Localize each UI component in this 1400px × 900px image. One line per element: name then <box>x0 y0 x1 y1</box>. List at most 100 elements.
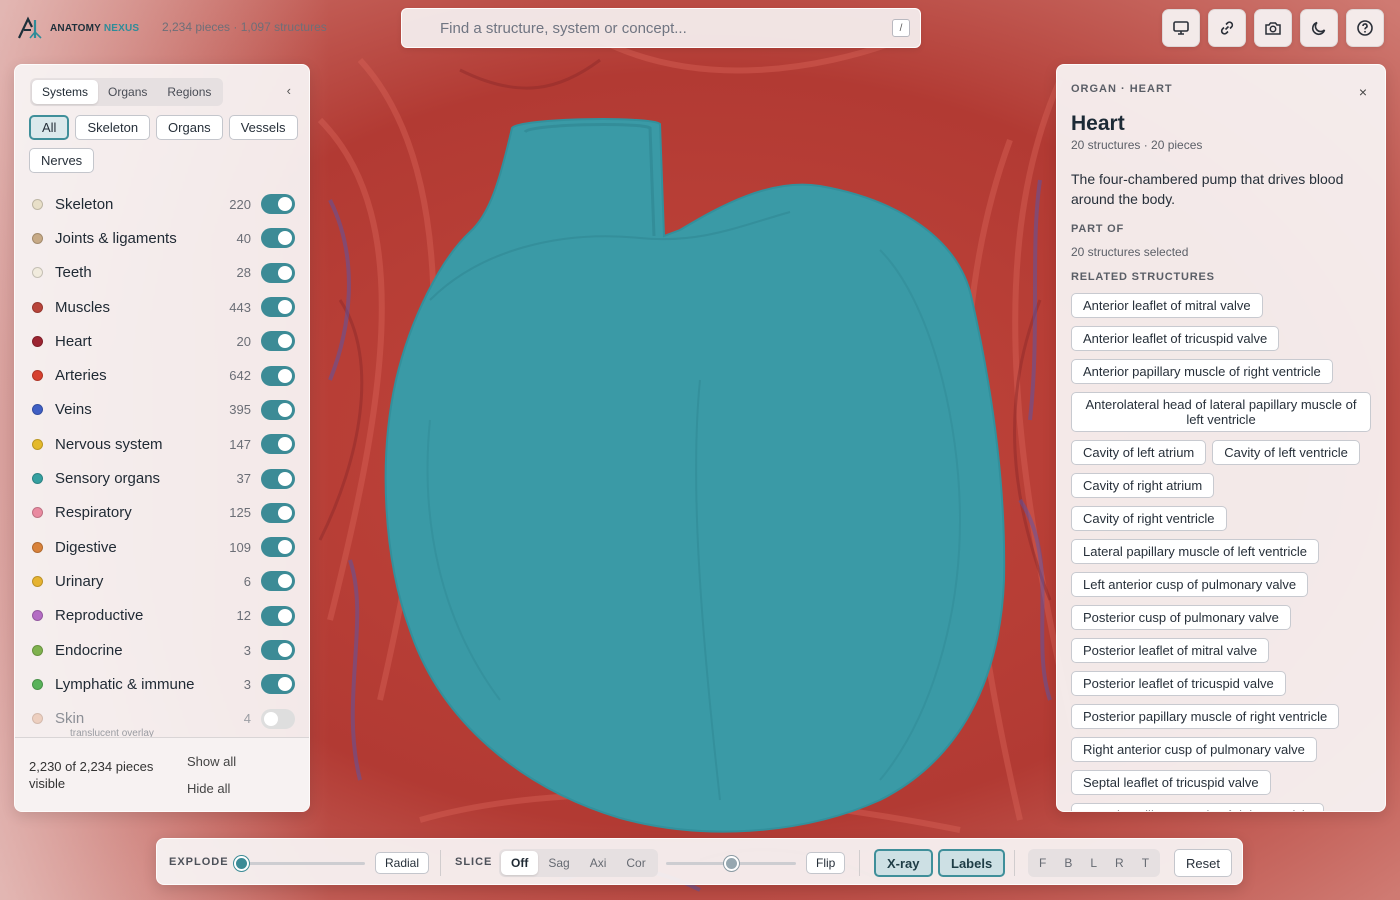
system-row-endocrine[interactable]: Endocrine 3 <box>15 633 309 667</box>
filter-chip-organs[interactable]: Organs <box>156 115 223 140</box>
system-count: 147 <box>229 436 251 452</box>
related-structure-chip[interactable]: Septal leaflet of tricuspid valve <box>1071 770 1271 795</box>
related-structure-chip[interactable]: Posterior papillary muscle of right vent… <box>1071 704 1340 729</box>
system-visibility-toggle[interactable] <box>261 194 295 215</box>
system-row-skeleton[interactable]: Skeleton 220 <box>15 187 309 221</box>
present-button[interactable] <box>1162 9 1200 47</box>
related-structure-chip[interactable]: Posterior cusp of pulmonary valve <box>1071 605 1291 630</box>
scene-stats: 2,234 pieces · 1,097 structures <box>162 20 327 34</box>
theme-toggle-button[interactable] <box>1300 9 1338 47</box>
view-preset-t[interactable]: T <box>1133 851 1158 875</box>
filter-chip-skeleton[interactable]: Skeleton <box>75 115 151 140</box>
system-visibility-toggle[interactable] <box>261 297 295 318</box>
related-structure-chip[interactable]: Left anterior cusp of pulmonary valve <box>1071 572 1309 597</box>
related-structure-chip[interactable]: Cavity of right ventricle <box>1071 506 1227 531</box>
reset-button[interactable]: Reset <box>1174 849 1232 877</box>
system-visibility-toggle[interactable] <box>261 365 295 386</box>
slice-slider-knob[interactable] <box>724 856 739 871</box>
system-label: Muscles <box>55 298 111 316</box>
related-structure-chip[interactable]: Anterior leaflet of mitral valve <box>1071 293 1263 318</box>
help-icon <box>1357 20 1373 36</box>
tab-systems[interactable]: Systems <box>32 80 99 104</box>
panel-tabs: Systems Organs Regions <box>30 78 224 106</box>
slice-slider[interactable] <box>666 856 796 871</box>
close-details-button[interactable]: × <box>1359 84 1367 100</box>
related-structure-chip[interactable]: Anterior leaflet of tricuspid valve <box>1071 326 1280 351</box>
hide-all-link[interactable]: Hide all <box>187 781 230 796</box>
related-structure-chip[interactable]: Right anterior cusp of pulmonary valve <box>1071 737 1317 762</box>
related-structure-chip[interactable]: Posterior leaflet of mitral valve <box>1071 638 1270 663</box>
help-button[interactable] <box>1346 9 1384 47</box>
system-row-urinary[interactable]: Urinary 6 <box>15 564 309 598</box>
explode-slider[interactable] <box>234 856 365 871</box>
search-input[interactable] <box>440 19 900 37</box>
slice-mode-sag[interactable]: Sag <box>538 851 579 875</box>
system-row-muscles[interactable]: Muscles 443 <box>15 290 309 324</box>
system-row-skin[interactable]: Skin 4 <box>15 701 309 735</box>
system-row-respiratory[interactable]: Respiratory 125 <box>15 496 309 530</box>
slice-mode-cor[interactable]: Cor <box>616 851 655 875</box>
system-row-arteries[interactable]: Arteries 642 <box>15 358 309 392</box>
system-visibility-toggle[interactable] <box>261 640 295 660</box>
system-row-nervous-system[interactable]: Nervous system 147 <box>15 427 309 461</box>
view-preset-l[interactable]: L <box>1081 851 1106 875</box>
system-label: Joints & ligaments <box>55 229 177 247</box>
system-row-sensory-organs[interactable]: Sensory organs 37 <box>15 461 309 495</box>
filter-chip-vessels[interactable]: Vessels <box>228 115 298 140</box>
system-visibility-toggle[interactable] <box>261 399 295 420</box>
filter-chip-all[interactable]: All <box>29 115 70 140</box>
brand[interactable]: ANATOMY NEXUS <box>16 14 139 42</box>
explode-slider-knob[interactable] <box>234 856 249 871</box>
related-structure-chip[interactable]: Septal papillary muscle of right ventric… <box>1071 803 1325 811</box>
share-link-button[interactable] <box>1208 9 1246 47</box>
slice-mode-axi[interactable]: Axi <box>580 851 617 875</box>
screenshot-button[interactable] <box>1254 9 1292 47</box>
collapse-panel-button[interactable]: ‹ <box>287 83 291 98</box>
slice-mode-off[interactable]: Off <box>501 851 539 875</box>
system-row-veins[interactable]: Veins 395 <box>15 393 309 427</box>
radial-button[interactable]: Radial <box>375 852 430 874</box>
labels-toggle[interactable]: Labels <box>938 849 1006 877</box>
tab-regions[interactable]: Regions <box>157 80 221 104</box>
tab-organs[interactable]: Organs <box>98 80 157 104</box>
view-preset-r[interactable]: R <box>1106 851 1133 875</box>
system-row-joints-ligaments[interactable]: Joints & ligaments 40 <box>15 221 309 255</box>
related-structure-chip[interactable]: Anterolateral head of lateral papillary … <box>1071 392 1371 432</box>
system-color-dot <box>32 267 43 279</box>
view-preset-f[interactable]: F <box>1030 851 1055 875</box>
system-visibility-toggle[interactable] <box>261 605 295 626</box>
heart-model <box>384 118 1006 833</box>
view-preset-b[interactable]: B <box>1055 851 1081 875</box>
filter-chip-nerves[interactable]: Nerves <box>29 148 95 173</box>
system-visibility-toggle[interactable] <box>261 468 295 489</box>
flip-button[interactable]: Flip <box>806 852 846 874</box>
related-heading: RELATED STRUCTURES <box>1071 271 1215 283</box>
system-visibility-toggle[interactable] <box>261 571 295 592</box>
system-row-digestive[interactable]: Digestive 109 <box>15 530 309 564</box>
system-visibility-toggle[interactable] <box>261 502 295 523</box>
system-row-heart[interactable]: Heart 20 <box>15 324 309 358</box>
system-row-teeth[interactable]: Teeth 28 <box>15 256 309 290</box>
system-visibility-toggle[interactable] <box>261 228 295 249</box>
show-all-link[interactable]: Show all <box>187 754 236 769</box>
divider <box>440 850 441 876</box>
xray-toggle[interactable]: X-ray <box>874 849 933 877</box>
related-structure-chip[interactable]: Anterior papillary muscle of right ventr… <box>1071 359 1333 384</box>
system-filters: All Skeleton Organs Vessels Nerves <box>29 115 301 173</box>
system-visibility-toggle[interactable] <box>261 331 295 352</box>
system-row-lymphatic-immune[interactable]: Lymphatic & immune 3 <box>15 667 309 701</box>
related-structure-chip[interactable]: Cavity of left atrium <box>1071 440 1207 465</box>
related-structure-chip[interactable]: Cavity of left ventricle <box>1212 440 1360 465</box>
system-visibility-toggle[interactable] <box>261 537 295 558</box>
system-visibility-toggle[interactable] <box>261 708 295 729</box>
view-presets: FBLRT <box>1028 849 1161 877</box>
related-structure-chip[interactable]: Posterior leaflet of tricuspid valve <box>1071 671 1286 696</box>
related-structure-chip[interactable]: Lateral papillary muscle of left ventric… <box>1071 539 1319 564</box>
search-bar[interactable]: / <box>401 8 921 48</box>
system-label: Arteries <box>55 367 107 385</box>
related-structure-chip[interactable]: Cavity of right atrium <box>1071 473 1215 498</box>
system-visibility-toggle[interactable] <box>261 262 295 283</box>
system-visibility-toggle[interactable] <box>261 434 295 455</box>
system-row-reproductive[interactable]: Reproductive 12 <box>15 599 309 633</box>
system-visibility-toggle[interactable] <box>261 674 295 695</box>
